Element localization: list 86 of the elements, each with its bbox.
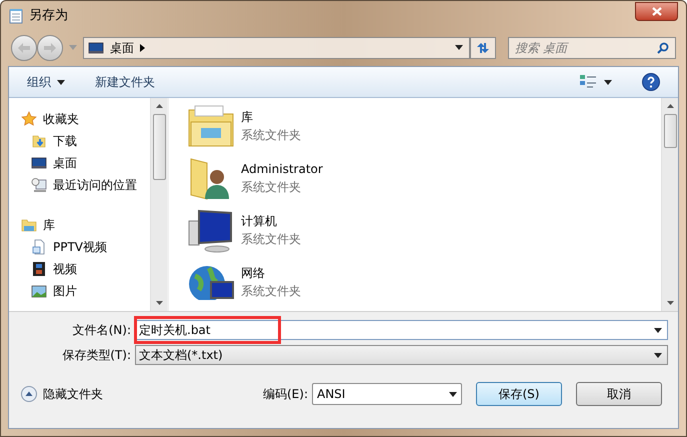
file-item[interactable]: 库 系统文件夹 (187, 100, 661, 152)
recent-places-icon (31, 177, 47, 193)
file-type-value: 文本文档(*.txt) (139, 347, 224, 364)
file-name: 计算机 (241, 213, 278, 230)
desktop-icon (88, 40, 104, 56)
desktop-icon (31, 155, 47, 171)
filename-label: 文件名(N): (72, 322, 131, 339)
sidebar-group-label: 收藏夹 (43, 111, 79, 128)
file-name: Administrator (241, 161, 323, 178)
encoding-value: ANSI (317, 386, 346, 403)
sidebar-group[interactable]: 库 (21, 214, 150, 236)
path-segment[interactable]: 桌面 (110, 38, 134, 56)
file-type-label: 保存类型(T): (61, 347, 131, 364)
file-type-dropdown[interactable]: 文本文档(*.txt) (135, 345, 668, 365)
computer-icon (187, 207, 235, 253)
sidebar-group[interactable]: 收藏夹 (21, 108, 150, 130)
scroll-up-arrow-icon[interactable] (666, 104, 674, 108)
filename-field[interactable]: 定时关机.bat (135, 320, 668, 340)
dropdown-arrow-icon (57, 80, 65, 84)
sidebar-item-label: PPTV视频 (53, 239, 108, 256)
scroll-thumb[interactable] (153, 114, 166, 180)
file-item[interactable]: Administrator 系统文件夹 (187, 152, 661, 204)
sidebar-item-label: 下载 (53, 133, 77, 150)
dialog-button[interactable]: 取消 (576, 382, 662, 406)
sidebar-item[interactable]: 最近访问的位置 (21, 174, 150, 196)
file-name: 库 (241, 109, 254, 126)
library-folder-icon (187, 104, 235, 148)
refresh-arrows-icon (476, 42, 490, 54)
library-folder-icon (21, 217, 37, 233)
sidebar-item[interactable]: 图片 (21, 280, 150, 302)
view-options-icon[interactable] (580, 75, 596, 89)
search-icon (657, 42, 669, 54)
network-globe-icon (187, 264, 235, 300)
scroll-down-arrow-icon[interactable] (156, 301, 162, 305)
organize-menu[interactable]: 组织 (27, 73, 65, 91)
file-type: 系统文件夹 (241, 231, 301, 248)
encoding-label: 编码(E): (263, 386, 308, 403)
scroll-thumb[interactable] (664, 114, 677, 148)
scrollbar[interactable] (150, 98, 167, 311)
hide-folders-button[interactable]: 隐藏文件夹 (21, 385, 103, 403)
notepad-icon (9, 8, 23, 24)
file-type: 系统文件夹 (241, 283, 301, 300)
file-type: 系统文件夹 (241, 127, 301, 144)
sidebar-item-label: 视频 (53, 261, 77, 278)
document-icon (31, 239, 47, 255)
address-bar[interactable]: 桌面 (83, 36, 470, 58)
dropdown-arrow-icon (449, 392, 457, 396)
new-folder-button[interactable]: 新建文件夹 (95, 73, 155, 91)
breadcrumb-arrow-icon[interactable] (140, 44, 145, 52)
close-button[interactable] (635, 2, 678, 20)
picture-icon (31, 283, 47, 299)
back-arrow-icon (18, 42, 30, 52)
back-button[interactable] (11, 34, 37, 60)
sidebar-item[interactable]: 下载 (21, 130, 150, 152)
scroll-down-arrow-icon[interactable] (666, 301, 674, 305)
sidebar-item[interactable]: PPTV视频 (21, 236, 150, 258)
scrollbar[interactable] (661, 98, 678, 311)
file-item[interactable]: 计算机 系统文件夹 (187, 204, 661, 256)
film-icon (31, 261, 47, 277)
scroll-up-arrow-icon[interactable] (156, 104, 162, 108)
close-icon (652, 6, 662, 16)
search-placeholder: 搜索 桌面 (515, 40, 570, 56)
refresh-button[interactable] (470, 36, 496, 58)
sidebar-item[interactable]: 视频 (21, 258, 150, 280)
file-item[interactable]: 网络 系统文件夹 (187, 256, 661, 308)
help-icon[interactable] (642, 73, 660, 91)
dropdown-arrow-icon (455, 45, 463, 50)
filename-value: 定时关机.bat (139, 322, 210, 339)
dropdown-arrow-icon (654, 328, 662, 332)
sidebar-item[interactable]: 桌面 (21, 152, 150, 174)
sidebar-item-label: 最近访问的位置 (53, 177, 137, 194)
encoding-dropdown[interactable]: ANSI (312, 383, 462, 405)
dialog-button[interactable]: 保存(S) (476, 382, 562, 406)
forward-arrow-icon (44, 42, 56, 52)
dropdown-arrow-icon (654, 352, 662, 358)
sidebar-item-label: 图片 (53, 283, 77, 300)
sidebar-item-label: 桌面 (53, 155, 77, 172)
search-field[interactable]: 搜索 桌面 (508, 36, 676, 58)
sidebar-group-label: 库 (43, 217, 55, 234)
file-type: 系统文件夹 (241, 179, 302, 196)
window-title: 另存为 (29, 7, 68, 26)
folder-download-icon (31, 133, 47, 149)
file-name: 网络 (241, 265, 266, 282)
dropdown-arrow-icon (604, 80, 612, 84)
forward-button[interactable] (37, 34, 63, 60)
star-icon (21, 111, 37, 127)
